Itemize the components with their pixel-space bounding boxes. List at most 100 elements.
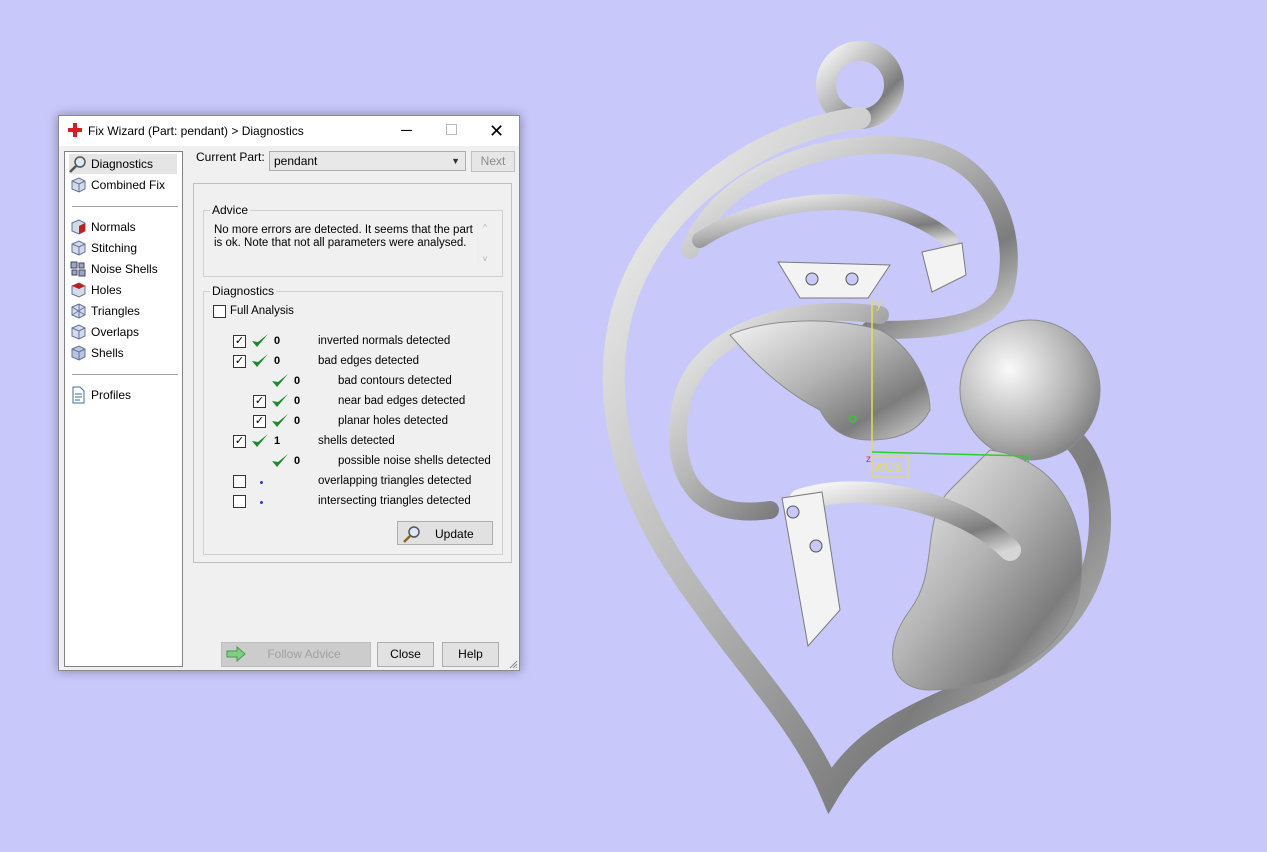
green-check-icon: [272, 374, 288, 387]
nav-label: Overlaps: [91, 325, 140, 339]
fix-wizard-dialog: Fix Wizard (Part: pendant) > Diagnostics…: [58, 115, 520, 671]
inverted-normals-checkbox[interactable]: ✓: [233, 335, 246, 348]
pendant-upper-arc-2: [692, 194, 958, 248]
follow-advice-label: Follow Advice: [267, 647, 341, 661]
facet-hole: [805, 272, 819, 286]
intersecting-triangles-checkbox[interactable]: [233, 495, 246, 508]
shells-cube-icon: [71, 345, 86, 361]
overlaps-cube-icon: [71, 324, 86, 340]
planar-holes-checkbox[interactable]: ✓: [253, 415, 266, 428]
chevron-down-icon: ▼: [451, 156, 460, 166]
pending-dot-icon: [260, 501, 263, 504]
nav-item-triangles[interactable]: Triangles: [69, 301, 177, 321]
noise-shells-count: 0: [294, 455, 301, 467]
bad-edges-text: bad edges detected: [318, 355, 420, 367]
noise-shells-icon: [70, 261, 86, 277]
nav-label: Diagnostics: [91, 157, 154, 171]
planar-holes-text: planar holes detected: [338, 415, 448, 427]
scroll-up-arrow[interactable]: ^: [478, 223, 492, 232]
nav-label: Normals: [91, 220, 136, 234]
current-part-value: pendant: [274, 154, 318, 168]
nav-item-shells[interactable]: Shells: [69, 343, 177, 363]
advice-text: No more errors are detected. It seems th…: [214, 224, 473, 249]
baby-body: [892, 449, 1083, 691]
facet-top: [777, 261, 891, 299]
nav-item-overlaps[interactable]: Overlaps: [69, 322, 177, 342]
follow-advice-button[interactable]: Follow Advice: [221, 642, 371, 667]
minimize-button[interactable]: ─: [384, 116, 429, 146]
nav-item-profiles[interactable]: Profiles: [69, 385, 177, 405]
full-analysis-checkbox[interactable]: [213, 305, 226, 318]
nav-label: Noise Shells: [91, 262, 158, 276]
resize-grip-icon[interactable]: [508, 659, 518, 669]
nav-label: Triangles: [91, 304, 140, 318]
noise-shells-text: possible noise shells detected: [338, 455, 491, 467]
title-bar[interactable]: Fix Wizard (Part: pendant) > Diagnostics…: [59, 116, 519, 146]
green-check-icon: [252, 354, 268, 367]
green-check-icon: [272, 394, 288, 407]
normals-cube-icon: [71, 219, 86, 235]
advice-title: Advice: [210, 203, 251, 217]
nav-label: Combined Fix: [91, 178, 166, 192]
close-window-button[interactable]: ✕: [474, 116, 519, 146]
arrow-right-icon: [226, 646, 246, 662]
shells-checkbox[interactable]: ✓: [233, 435, 246, 448]
stitching-cube-icon: [71, 240, 86, 256]
wcs-label: WCS: [874, 460, 902, 474]
diagnostics-panel: Advice No more errors are detected. It s…: [193, 183, 512, 563]
green-check-icon: [272, 454, 288, 467]
full-analysis-label: Full Analysis: [230, 305, 294, 317]
scroll-down-arrow[interactable]: v: [478, 254, 492, 263]
bad-edges-count: 0: [274, 355, 281, 367]
near-bad-edges-count: 0: [294, 395, 301, 407]
green-check-icon: [252, 334, 268, 347]
nav-item-stitching[interactable]: Stitching: [69, 238, 177, 258]
maximize-button[interactable]: ☐: [429, 116, 474, 146]
mother-face: [729, 320, 931, 441]
close-button[interactable]: Close: [377, 642, 434, 667]
nav-label: Stitching: [91, 241, 138, 255]
planar-holes-count: 0: [294, 415, 301, 427]
intersecting-triangles-text: intersecting triangles detected: [318, 495, 471, 507]
axis-x-label: x: [1024, 453, 1030, 465]
bad-contours-count: 0: [294, 375, 301, 387]
holes-cube-icon: [71, 282, 86, 298]
facet-right: [921, 242, 967, 293]
magnifier-icon: [69, 156, 86, 173]
next-button[interactable]: Next: [471, 151, 515, 172]
baby-head: [959, 319, 1101, 461]
advice-group: Advice No more errors are detected. It s…: [203, 203, 503, 277]
nav-divider: [72, 374, 178, 375]
nav-label: Profiles: [91, 388, 132, 402]
axis-z-label: z: [866, 454, 871, 465]
help-button[interactable]: Help: [442, 642, 499, 667]
green-check-icon: [252, 434, 268, 447]
red-cross-icon: [68, 123, 82, 137]
magnifier-icon: [403, 526, 420, 543]
triangles-cube-icon: [71, 303, 86, 319]
bad-edges-checkbox[interactable]: ✓: [233, 355, 246, 368]
shells-text: shells detected: [318, 435, 395, 447]
nav-item-diagnostics[interactable]: Diagnostics: [69, 154, 177, 174]
nav-item-combined-fix[interactable]: Combined Fix: [69, 175, 177, 195]
nav-item-normals[interactable]: Normals: [69, 217, 177, 237]
cube-icon: [71, 177, 86, 193]
window-title: Fix Wizard (Part: pendant) > Diagnostics: [88, 124, 304, 138]
overlapping-triangles-checkbox[interactable]: [233, 475, 246, 488]
shells-count: 1: [274, 435, 281, 447]
near-bad-edges-checkbox[interactable]: ✓: [253, 395, 266, 408]
update-label: Update: [435, 527, 474, 541]
facet-hole: [845, 272, 859, 286]
nav-label: Shells: [91, 346, 124, 360]
advice-scrollbar[interactable]: ^ v: [477, 223, 492, 269]
axis-y-label: y: [876, 299, 882, 311]
pendant-model[interactable]: [602, 41, 1112, 815]
update-button[interactable]: Update: [397, 521, 493, 545]
bad-contours-text: bad contours detected: [338, 375, 452, 387]
nav-label: Holes: [91, 283, 122, 297]
current-part-select[interactable]: pendant ▼: [269, 151, 466, 171]
diagnostics-group: Diagnostics Full Analysis ✓ 0 inverted n…: [203, 284, 503, 555]
pending-dot-icon: [260, 481, 263, 484]
nav-item-holes[interactable]: Holes: [69, 280, 177, 300]
nav-item-noise-shells[interactable]: Noise Shells: [69, 259, 177, 279]
